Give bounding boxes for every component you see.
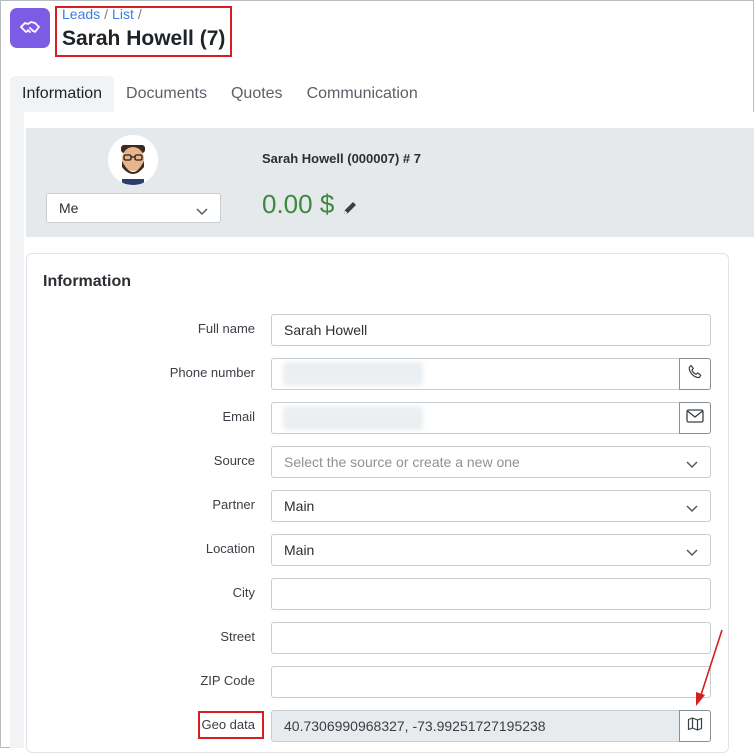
tab-communication[interactable]: Communication (295, 76, 430, 112)
tab-documents[interactable]: Documents (114, 76, 219, 112)
avatar (108, 135, 158, 185)
email-redacted (283, 406, 423, 430)
chevron-down-icon (196, 203, 208, 219)
partner-label: Partner (212, 497, 255, 512)
location-select[interactable]: Main (271, 534, 711, 566)
source-label: Source (213, 453, 255, 468)
lead-name: Sarah Howell (000007) # 7 (262, 151, 421, 166)
send-email-button[interactable] (679, 402, 711, 434)
handshake-icon (10, 8, 50, 48)
information-heading: Information (43, 273, 131, 290)
tab-information[interactable]: Information (10, 76, 115, 112)
street-field[interactable] (271, 622, 711, 654)
location-value: Main (284, 542, 315, 558)
breadcrumb: Leads / List / (62, 6, 142, 22)
geo-value: 40.7306990968327, -73.99251727195238 (284, 718, 546, 734)
phone-icon (687, 364, 703, 385)
geo-field[interactable]: 40.7306990968327, -73.99251727195238 (271, 710, 680, 742)
email-label: Email (222, 409, 255, 424)
partner-value: Main (284, 498, 315, 514)
tab-quotes[interactable]: Quotes (219, 76, 295, 112)
city-label: City (232, 585, 255, 600)
breadcrumb-leads[interactable]: Leads (62, 6, 100, 22)
balance-value: 0.00 $ (262, 189, 335, 219)
breadcrumb-separator: / (104, 6, 109, 22)
city-field[interactable] (271, 578, 711, 610)
zip-label: ZIP Code (200, 673, 255, 688)
zip-field[interactable] (271, 666, 711, 698)
breadcrumb-separator: / (137, 6, 142, 22)
geo-label: Geo data (201, 717, 256, 732)
chevron-down-icon (686, 456, 698, 472)
source-placeholder: Select the source or create a new one (284, 454, 520, 470)
full-name-label: Full name (197, 321, 255, 336)
envelope-icon (686, 408, 704, 428)
source-select[interactable]: Select the source or create a new one (271, 446, 711, 478)
open-map-button[interactable] (679, 710, 711, 742)
phone-redacted (283, 362, 423, 386)
page-title: Sarah Howell (7) (62, 27, 226, 50)
manager-select-value: Me (59, 200, 79, 216)
full-name-value: Sarah Howell (284, 322, 368, 338)
full-name-field[interactable]: Sarah Howell (271, 314, 711, 346)
pencil-icon[interactable] (342, 200, 358, 221)
street-label: Street (220, 629, 255, 644)
partner-select[interactable]: Main (271, 490, 711, 522)
call-button[interactable] (679, 358, 711, 390)
chevron-down-icon (686, 544, 698, 560)
tab-bar: Information Documents Quotes Communicati… (10, 76, 430, 112)
breadcrumb-list[interactable]: List (112, 6, 134, 22)
location-label: Location (205, 541, 255, 556)
manager-select[interactable]: Me (46, 193, 221, 223)
chevron-down-icon (686, 500, 698, 516)
map-icon (687, 716, 703, 737)
phone-label: Phone number (169, 365, 255, 380)
annotation-arrow-icon (690, 628, 726, 713)
